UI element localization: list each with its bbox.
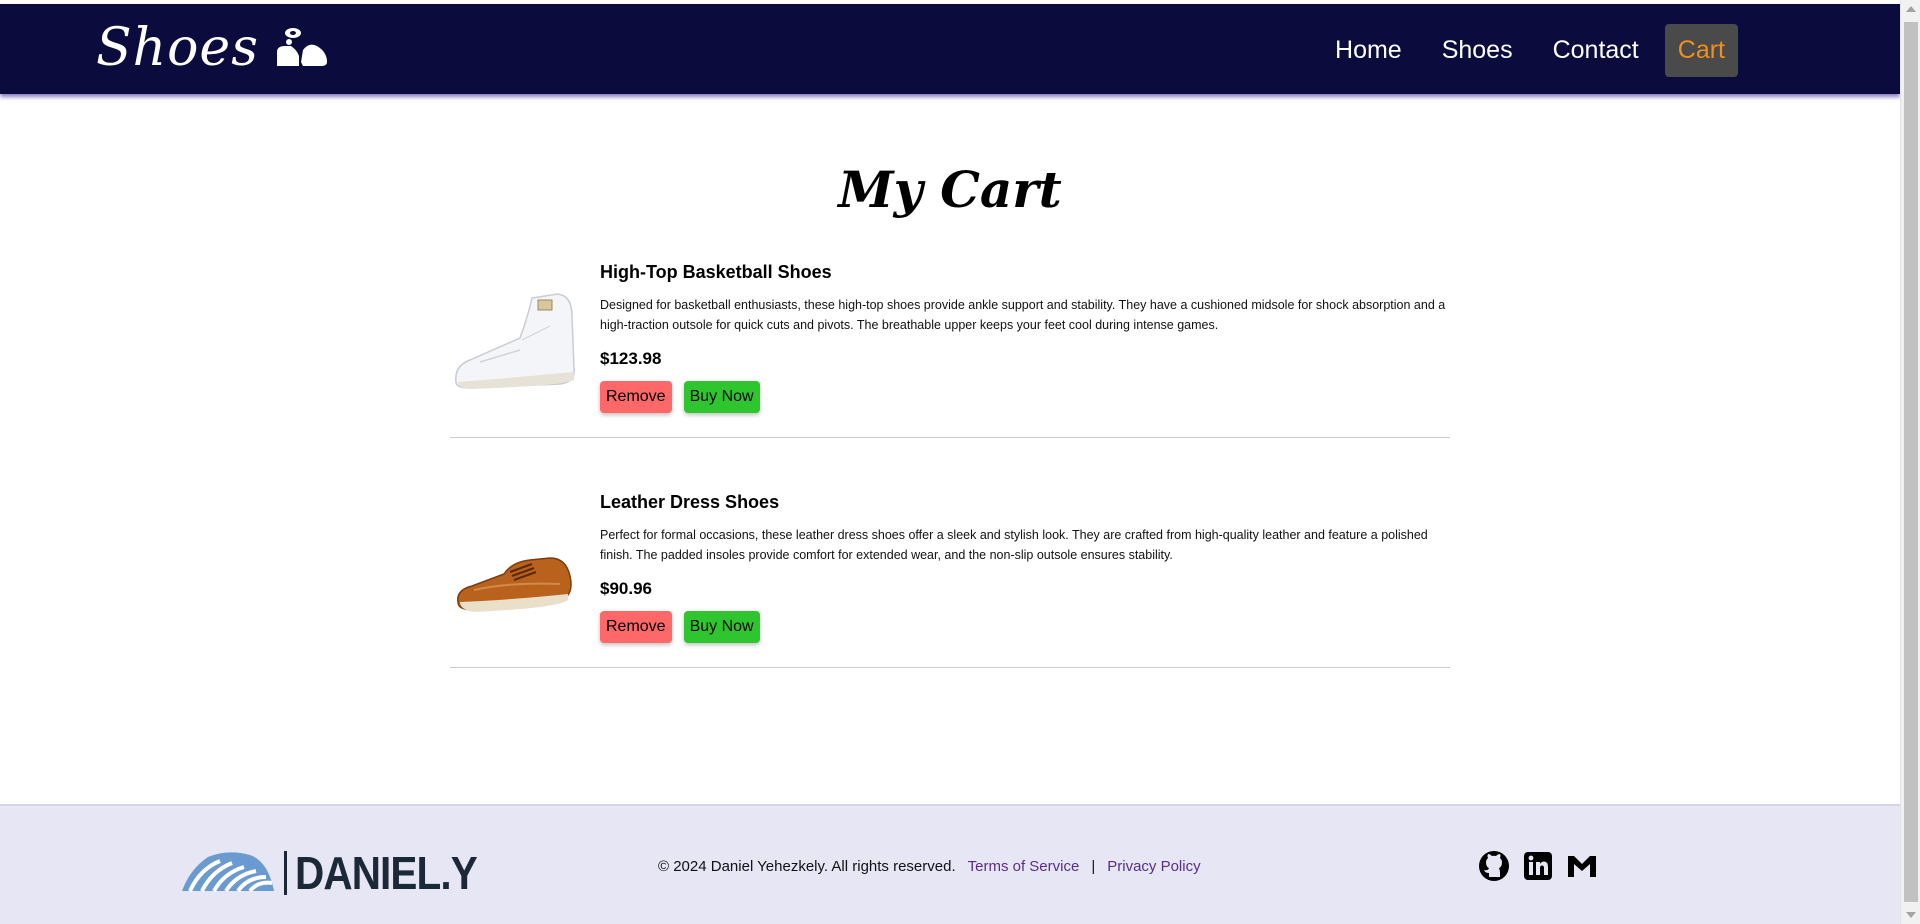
footer-legal: © 2024 Daniel Yehezkely. All rights rese… [658, 858, 1201, 875]
nav-cart[interactable]: Cart [1664, 24, 1738, 77]
product-name: High-Top Basketball Shoes [600, 262, 832, 282]
privacy-link[interactable]: Privacy Policy [1107, 858, 1200, 875]
buy-now-button[interactable]: Buy Now [683, 381, 760, 413]
product-description: Perfect for formal occasions, these leat… [600, 528, 1428, 562]
nav-shoes[interactable]: Shoes [1428, 26, 1527, 75]
product-name: Leather Dress Shoes [600, 492, 780, 512]
scroll-up-icon[interactable] [1906, 6, 1916, 12]
product-image-dress-shoe [450, 540, 580, 650]
site-header: Shoes Home Shoes Contact Cart [0, 4, 1900, 94]
page-title: My Cart [838, 160, 1062, 219]
scrollbar-thumb[interactable] [1904, 22, 1918, 902]
footer-separator: | [1091, 858, 1096, 875]
cart-item: High-Top Basketball Shoes Designed for b… [450, 258, 1450, 438]
product-price: $90.96 [600, 579, 652, 598]
linkedin-icon[interactable] [1522, 850, 1554, 882]
item-actions: Remove Buy Now [600, 381, 1450, 413]
github-icon[interactable] [1478, 850, 1510, 882]
item-actions: Remove Buy Now [600, 611, 1450, 643]
main-nav: Home Shoes Contact Cart [1321, 24, 1738, 77]
cart-item-details: Leather Dress Shoes Perfect for formal o… [600, 488, 1450, 643]
product-image-basketball-shoe [450, 286, 580, 396]
footer-brand-logo: DANIEL.Y [180, 846, 502, 900]
nav-home[interactable]: Home [1321, 26, 1416, 75]
site-footer: DANIEL.Y © 2024 Daniel Yehezkely. All ri… [0, 804, 1900, 924]
logo-text: Shoes [96, 18, 259, 78]
remove-button[interactable]: Remove [600, 611, 672, 643]
gmail-icon[interactable] [1566, 850, 1598, 882]
remove-button[interactable]: Remove [600, 381, 672, 413]
product-price: $123.98 [600, 349, 662, 368]
social-links [1478, 850, 1598, 882]
product-description: Designed for basketball enthusiasts, the… [600, 298, 1446, 332]
buy-now-button[interactable]: Buy Now [683, 611, 760, 643]
shoes-icon [273, 26, 329, 70]
copyright-text: © 2024 Daniel Yehezkely. All rights rese… [658, 858, 956, 875]
page: Shoes Home Shoes Contact Cart My Cart Hi… [0, 0, 1900, 924]
scroll-down-icon[interactable] [1906, 912, 1916, 918]
cart-item: Leather Dress Shoes Perfect for formal o… [450, 488, 1450, 668]
brand-name: DANIEL.Y [295, 847, 478, 899]
vertical-scrollbar[interactable] [1900, 0, 1920, 924]
nav-contact[interactable]: Contact [1539, 26, 1653, 75]
terms-link[interactable]: Terms of Service [968, 858, 1080, 875]
brand-divider [284, 851, 287, 895]
cart-item-details: High-Top Basketball Shoes Designed for b… [600, 258, 1450, 413]
site-logo[interactable]: Shoes [96, 18, 329, 78]
brand-mark-icon [180, 849, 276, 898]
